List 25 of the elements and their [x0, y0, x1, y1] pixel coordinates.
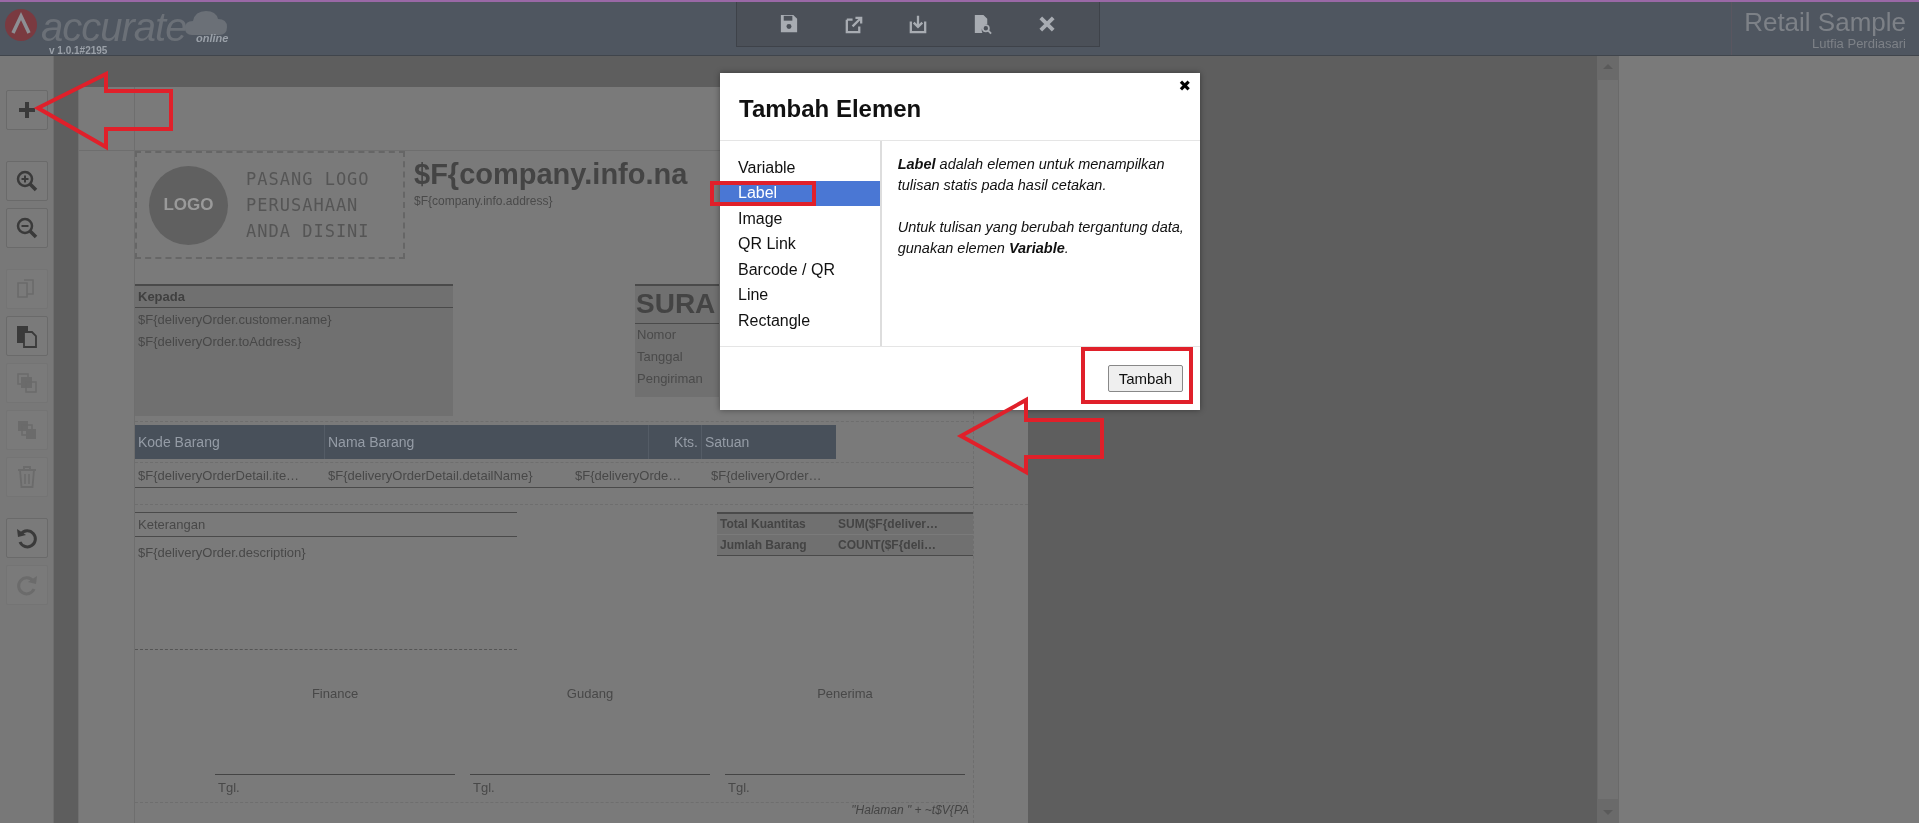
dialog-title: Tambah Elemen [739, 94, 922, 123]
column-header: Satuan [704, 433, 751, 452]
zoom-in-button[interactable] [5, 161, 48, 201]
element-type-item[interactable]: Line [720, 282, 880, 308]
logo-tagline: online [196, 32, 229, 44]
logo-icon [4, 8, 38, 42]
element-type-item[interactable]: Barcode / QR [720, 257, 880, 283]
column-header: Kts. [649, 425, 702, 459]
close-button[interactable]: ✖ [1178, 77, 1191, 95]
description-text: Untuk tulisan yang berubah tergantung data, gunakan elemen Variable. [897, 218, 1185, 258]
add-button[interactable]: Tambah [1107, 365, 1183, 392]
paste-button[interactable] [5, 316, 48, 356]
version-label: v 1.0.1#2195 [49, 45, 109, 56]
description-text: Label adalah elemen untuk menampilkan tulisan statis pada hasil cetakan. [897, 155, 1166, 195]
element-type-item[interactable]: Variable [720, 155, 880, 181]
element-type-item[interactable]: Image [720, 206, 880, 232]
logo-badge: LOGO [149, 165, 228, 245]
cloud-icon [184, 8, 229, 36]
add-button[interactable] [5, 90, 48, 130]
column-header: Nama Barang [325, 425, 649, 459]
element-type-item[interactable]: Rectangle [720, 308, 880, 334]
undo-button[interactable] [5, 518, 48, 558]
zoom-out-button[interactable] [5, 208, 48, 248]
column-header: Kode Barang [135, 425, 325, 459]
element-type-item[interactable]: QR Link [720, 231, 880, 257]
